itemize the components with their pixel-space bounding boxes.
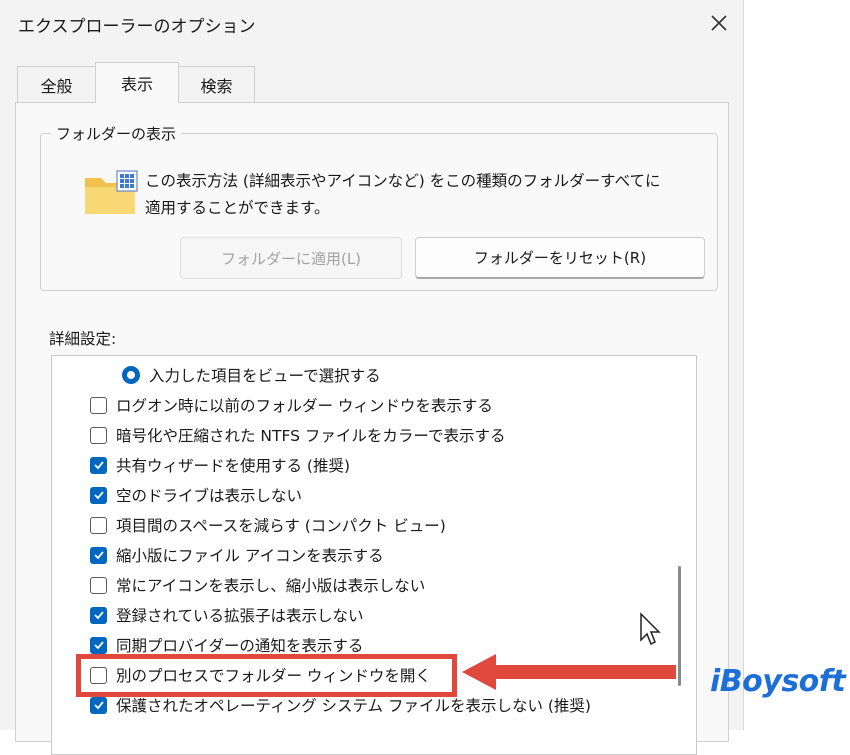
mouse-cursor-icon [640,612,661,646]
list-item[interactable]: 縮小版にファイル アイコンを表示する [90,540,384,570]
close-icon [711,15,727,31]
checkmark-icon [93,641,104,650]
tab-search[interactable]: 検索 [178,66,255,102]
item-label: ログオン時に以前のフォルダー ウィンドウを表示する [116,397,493,415]
apply-to-folders-button[interactable]: フォルダーに適用(L) [180,237,402,279]
tab-general[interactable]: 全般 [17,66,96,102]
list-item[interactable]: 入力した項目をビューで選択する [122,360,381,390]
item-label: 空のドライブは表示しない [116,487,303,505]
item-label: 項目間のスペースを減らす (コンパクト ビュー) [116,517,446,535]
close-button[interactable] [700,4,738,42]
description-line-1: この表示方法 (詳細表示やアイコンなど) をこの種類のフォルダーすべてに [145,172,661,190]
list-item[interactable]: 常にアイコンを表示し、縮小版は表示しない [90,570,425,600]
folder-icon [85,170,138,214]
folder-views-group: フォルダーの表示 この表示方法 (詳細表示やアイコンなど) をこの種類のフォルダ… [40,123,718,291]
iboysoft-logo: iBoysoft [710,664,846,699]
checkmark-icon [93,551,104,560]
window-title: エクスプローラーのオプション [18,17,256,37]
list-item[interactable]: 共有ウィザードを使用する (推奨) [90,450,350,480]
radio-button[interactable] [122,366,140,384]
list-item[interactable]: ログオン時に以前のフォルダー ウィンドウを表示する [90,390,493,420]
checkbox[interactable] [90,606,107,624]
item-label: 常にアイコンを表示し、縮小版は表示しない [116,577,426,595]
checkbox[interactable] [90,456,107,474]
checkmark-icon [93,701,104,710]
checkmark-icon [93,461,104,470]
item-label: 縮小版にファイル アイコンを表示する [116,547,384,565]
checkbox[interactable] [90,636,107,654]
checkbox[interactable] [90,696,107,714]
description-line-2: 適用することができます。 [145,199,330,217]
highlight-box [76,654,457,697]
item-label: 同期プロバイダーの通知を表示する [116,637,364,655]
folder-views-description: この表示方法 (詳細表示やアイコンなど) をこの種類のフォルダーすべてに 適用す… [145,168,660,222]
checkbox[interactable] [90,576,107,594]
advanced-settings-label: 詳細設定: [49,330,117,348]
item-label: 登録されている拡張子は表示しない [116,607,364,625]
folder-views-title: フォルダーの表示 [51,123,182,144]
list-item[interactable]: 空のドライブは表示しない [90,480,302,510]
checkbox[interactable] [90,486,107,504]
view-tab-panel: フォルダーの表示 この表示方法 (詳細表示やアイコンなど) をこの種類のフォルダ… [15,102,729,755]
checkbox[interactable] [90,426,107,444]
list-item[interactable]: 暗号化や圧縮された NTFS ファイルをカラーで表示する [90,420,505,450]
item-label: 共有ウィザードを使用する (推奨) [116,457,351,475]
reset-folders-button[interactable]: フォルダーをリセット(R) [415,237,705,279]
item-label: 暗号化や圧縮された NTFS ファイルをカラーで表示する [116,427,506,445]
tab-view[interactable]: 表示 [95,62,179,103]
checkmark-icon [93,491,104,500]
item-label: 入力した項目をビューで選択する [149,367,381,385]
list-item[interactable]: 登録されている拡張子は表示しない [90,600,364,630]
checkbox[interactable] [90,546,107,564]
item-label: 保護されたオペレーティング システム ファイルを表示しない (推奨) [116,697,591,715]
checkbox[interactable] [90,516,107,534]
checkmark-icon [93,611,104,620]
list-item[interactable]: 項目間のスペースを減らす (コンパクト ビュー) [90,510,446,540]
arrow-icon [462,654,676,690]
checkbox[interactable] [90,396,107,414]
explorer-options-dialog: エクスプローラーのオプション 全般 表示 検索 フォルダーの表示 この表示方法 … [0,0,744,755]
